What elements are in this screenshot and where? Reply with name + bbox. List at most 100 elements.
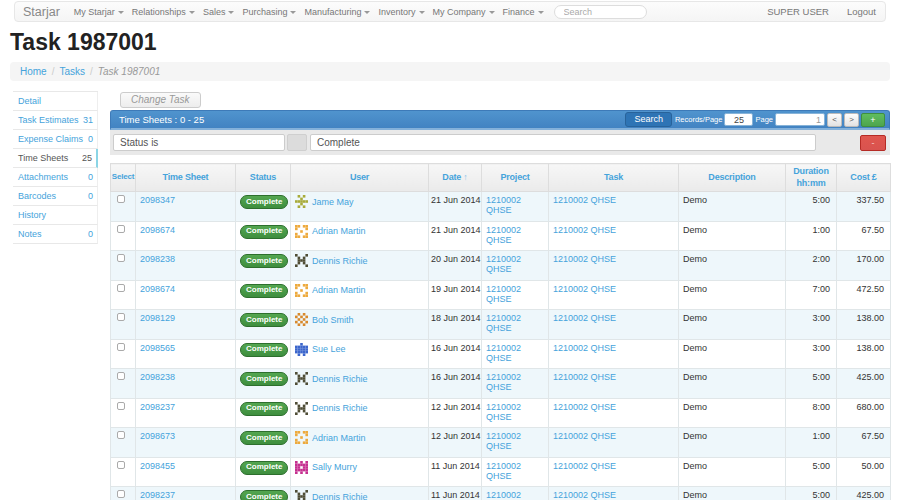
nav-menu-relationships[interactable]: Relationships [128,2,199,21]
sidebar-item-history[interactable]: History [13,206,98,225]
row-checkbox[interactable] [117,343,125,351]
project-link[interactable]: 1210002 QHSE [486,490,521,500]
row-checkbox[interactable] [117,431,125,439]
nav-menu-finance[interactable]: Finance [499,2,548,21]
user-link[interactable]: Dennis Richie [312,403,368,413]
row-checkbox[interactable] [117,402,125,410]
row-checkbox[interactable] [117,490,125,498]
sidebar-item-detail[interactable]: Detail [13,92,98,111]
current-user-label[interactable]: SUPER USER [758,2,838,21]
user-link[interactable]: Sally Murry [312,462,357,472]
sidebar-item-time-sheets[interactable]: Time Sheets25 [13,149,98,168]
task-link[interactable]: 1210002 QHSE [553,372,616,382]
logout-link[interactable]: Logout [838,2,885,21]
timesheet-link[interactable]: 2098674 [140,284,175,294]
col-header-task[interactable]: Task [549,164,679,192]
task-link[interactable]: 1210002 QHSE [553,254,616,264]
nav-menu-purchasing[interactable]: Purchasing [238,2,300,21]
row-checkbox[interactable] [117,313,125,321]
project-link[interactable]: 1210002 QHSE [486,372,521,392]
task-link[interactable]: 1210002 QHSE [553,284,616,294]
breadcrumb-home[interactable]: Home [20,66,47,77]
row-checkbox[interactable] [117,461,125,469]
nav-menu-my-starjar[interactable]: My Starjar [70,2,128,21]
status-badge: Complete [240,402,288,416]
timesheet-link[interactable]: 2098237 [140,490,175,500]
prev-page-button[interactable]: < [827,113,842,127]
sidebar-item-barcodes[interactable]: Barcodes0 [13,187,98,206]
sidebar-item-task-estimates[interactable]: Task Estimates31 [13,111,98,130]
row-checkbox[interactable] [117,254,125,262]
project-link[interactable]: 1210002 QHSE [486,461,521,481]
col-header-description[interactable]: Description [679,164,786,192]
row-checkbox[interactable] [117,225,125,233]
task-link[interactable]: 1210002 QHSE [553,402,616,412]
project-link[interactable]: 1210002 QHSE [486,254,521,274]
col-header-time-sheet[interactable]: Time Sheet [136,164,236,192]
project-link[interactable]: 1210002 QHSE [486,343,521,363]
brand-logo[interactable]: Starjar [15,5,70,19]
user-link[interactable]: Sue Lee [312,344,346,354]
user-link[interactable]: Adrian Martin [312,433,366,443]
timesheet-link[interactable]: 2098455 [140,461,175,471]
col-header-duration[interactable]: Durationhh:mm [786,164,837,192]
row-checkbox[interactable] [117,195,125,203]
timesheet-link[interactable]: 2098673 [140,431,175,441]
user-link[interactable]: Dennis Richie [312,374,368,384]
sidebar-item-attachments[interactable]: Attachments0 [13,168,98,187]
project-link[interactable]: 1210002 QHSE [486,284,521,304]
nav-menu-inventory[interactable]: Inventory [374,2,428,21]
search-button[interactable]: Search [625,112,672,127]
timesheet-link[interactable]: 2098129 [140,313,175,323]
change-task-button[interactable]: Change Task [120,92,201,108]
filter-operator-stub[interactable] [287,134,307,151]
user-link[interactable]: Bob Smith [312,315,354,325]
project-link[interactable]: 1210002 QHSE [486,431,521,451]
filter-value-input[interactable] [310,134,816,151]
row-checkbox[interactable] [117,284,125,292]
task-link[interactable]: 1210002 QHSE [553,490,616,500]
col-header-cost[interactable]: Cost £ [837,164,891,192]
task-link[interactable]: 1210002 QHSE [553,431,616,441]
col-header-user[interactable]: User [291,164,429,192]
row-checkbox[interactable] [117,372,125,380]
task-link[interactable]: 1210002 QHSE [553,195,616,205]
project-link[interactable]: 1210002 QHSE [486,195,521,215]
timesheet-link[interactable]: 2098674 [140,225,175,235]
sidebar-item-expense-claims[interactable]: Expense Claims0 [13,130,98,149]
remove-filter-button[interactable]: - [860,135,886,151]
col-header-status[interactable]: Status [236,164,291,192]
timesheet-link[interactable]: 2098238 [140,254,175,264]
task-link[interactable]: 1210002 QHSE [553,225,616,235]
nav-menu-my-company[interactable]: My Company [429,2,499,21]
col-header-date[interactable]: Date ↑ [429,164,482,192]
user-link[interactable]: Jame May [312,197,354,207]
user-link[interactable]: Dennis Richie [312,492,368,500]
add-timesheet-button[interactable]: + [861,113,885,127]
caret-down-icon [364,11,370,14]
global-search-input[interactable] [554,5,647,19]
task-link[interactable]: 1210002 QHSE [553,343,616,353]
user-link[interactable]: Dennis Richie [312,256,368,266]
page-input[interactable] [775,113,825,126]
timesheet-link[interactable]: 2098237 [140,402,175,412]
nav-menu-sales[interactable]: Sales [199,2,239,21]
user-link[interactable]: Adrian Martin [312,226,366,236]
timesheet-link[interactable]: 2098238 [140,372,175,382]
nav-menu-manufacturing[interactable]: Manufacturing [300,2,374,21]
task-link[interactable]: 1210002 QHSE [553,313,616,323]
timesheet-link[interactable]: 2098565 [140,343,175,353]
col-header-project[interactable]: Project [482,164,549,192]
project-link[interactable]: 1210002 QHSE [486,313,521,333]
project-link[interactable]: 1210002 QHSE [486,225,521,245]
records-per-page-input[interactable] [724,113,753,126]
timesheet-link[interactable]: 2098347 [140,195,175,205]
col-header-select[interactable]: Select [111,164,136,192]
sidebar-item-notes[interactable]: Notes0 [13,225,98,244]
project-link[interactable]: 1210002 QHSE [486,402,521,422]
user-link[interactable]: Adrian Martin [312,285,366,295]
task-link[interactable]: 1210002 QHSE [553,461,616,471]
breadcrumb-tasks[interactable]: Tasks [59,66,85,77]
next-page-button[interactable]: > [844,113,859,127]
filter-field-input[interactable] [113,134,285,151]
